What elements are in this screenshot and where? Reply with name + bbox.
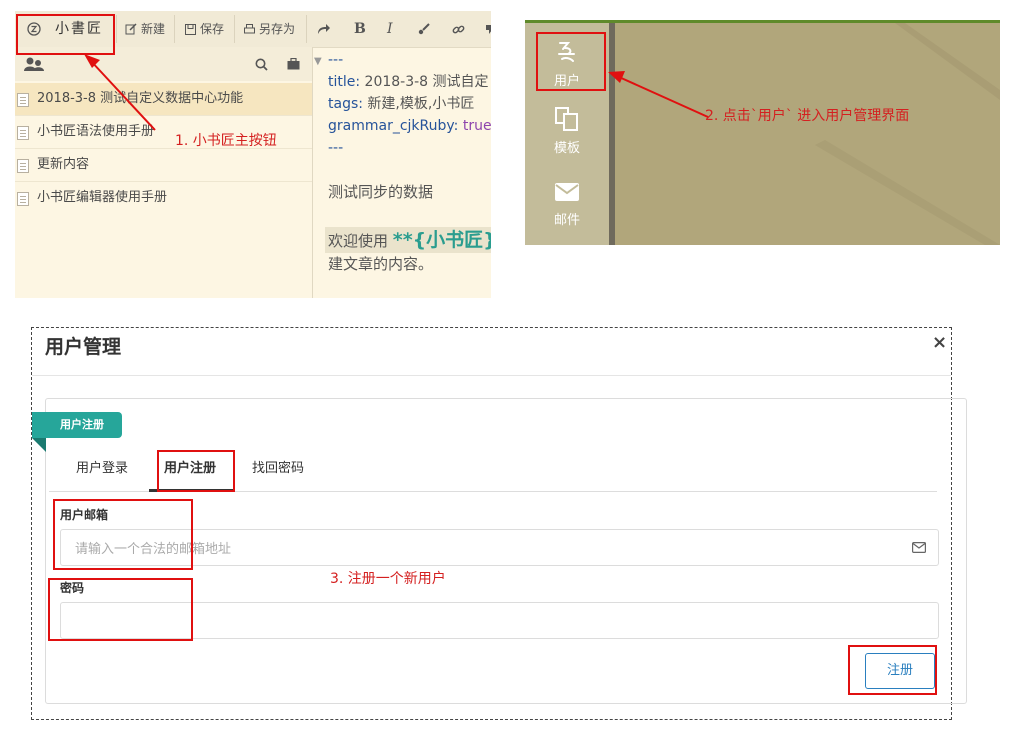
save-button[interactable]: 保存 — [185, 15, 224, 43]
divider — [32, 375, 951, 376]
quote-icon — [486, 25, 491, 34]
bold-icon: B — [354, 21, 366, 37]
mail-icon — [555, 183, 579, 201]
file-item[interactable]: 更新内容 — [15, 149, 312, 182]
brush-button[interactable] — [418, 15, 430, 43]
italic-icon: I — [387, 21, 393, 37]
sidebar-item-mail[interactable]: 邮件 — [525, 171, 609, 239]
body-line: 测试同步的数据 — [328, 183, 434, 201]
document-icon — [17, 159, 29, 173]
annotation-arrow-1 — [84, 54, 156, 131]
new-button-label: 新建 — [141, 22, 166, 36]
tags-value: 新建,模板,小书匠 — [367, 96, 475, 112]
sidebar-item-label: 邮件 — [553, 213, 580, 228]
annotation-box-register-tab — [157, 450, 235, 492]
fold-marker-icon[interactable]: ▼ — [314, 51, 322, 73]
save-as-button-label: 另存为 — [259, 22, 296, 36]
grammar-value: true — [462, 118, 491, 134]
frontmatter-start: --- — [328, 52, 344, 68]
title-key: title — [328, 74, 356, 90]
bold-button[interactable]: B — [354, 15, 366, 43]
new-button[interactable]: 新建 — [125, 15, 165, 43]
file-item-label: 更新内容 — [37, 157, 90, 172]
welcome-bold: **{小书匠} — [392, 229, 491, 251]
tags-key: tags — [328, 96, 359, 112]
annotation-box-email — [53, 499, 193, 570]
ribbon-fold — [32, 438, 46, 452]
frontmatter-title: title: 2018-3-8 测试自定 — [328, 71, 489, 93]
dialog-title: 用户管理 — [45, 336, 122, 358]
file-item[interactable]: 小书匠编辑器使用手册 — [15, 182, 312, 214]
brush-icon — [418, 23, 430, 35]
document-icon — [17, 93, 29, 107]
print-icon — [244, 23, 255, 33]
grammar-key: grammar_cjkRuby — [328, 118, 454, 134]
section-ribbon: 用户注册 — [32, 412, 122, 438]
link-button[interactable] — [452, 15, 465, 43]
redo-icon — [318, 24, 330, 34]
save-as-button[interactable]: 另存为 — [244, 15, 295, 43]
frontmatter-grammar: grammar_cjkRuby: true — [328, 115, 491, 137]
document-icon — [17, 192, 29, 206]
tab-recover-password[interactable]: 找回密码 — [252, 453, 304, 489]
save-icon — [185, 23, 196, 35]
annotation-box-app-button — [16, 14, 115, 55]
annotation-box-password — [48, 578, 193, 641]
cloud-users-icon[interactable] — [24, 56, 46, 72]
document-icon — [17, 126, 29, 140]
annotation-note-2: 2. 点击`用户` 进入用户管理界面 — [705, 108, 910, 124]
tab-login[interactable]: 用户登录 — [76, 453, 128, 489]
annotation-note-3: 3. 注册一个新用户 — [330, 571, 446, 587]
italic-button[interactable]: I — [387, 15, 393, 43]
welcome-prefix: 欢迎使用 — [328, 232, 393, 250]
sidebar-item-template[interactable]: 模板 — [525, 101, 609, 169]
annotation-box-register-button — [848, 645, 937, 695]
sidebar-item-label: 模板 — [553, 141, 580, 156]
edit-icon — [125, 23, 137, 35]
body-line: 建文章的内容。 — [328, 255, 434, 273]
quote-button[interactable] — [485, 15, 491, 43]
frontmatter-tags: tags: 新建,模板,小书匠 — [328, 93, 474, 115]
envelope-icon — [912, 542, 926, 553]
colon: : — [453, 118, 463, 134]
close-icon[interactable]: × — [932, 332, 947, 353]
title-value: 2018-3-8 测试自定 — [364, 74, 489, 90]
redo-button[interactable] — [317, 15, 331, 43]
annotation-arrow-2 — [608, 71, 709, 118]
template-icon — [555, 107, 578, 131]
code-editor[interactable]: ▼ --- title: 2018-3-8 测试自定 tags: 新建,模板,小… — [313, 47, 491, 298]
colon: : — [355, 74, 365, 90]
welcome-line: 欢迎使用 **{小书匠} — [328, 229, 491, 252]
frontmatter-end: --- — [328, 140, 344, 156]
search-icon[interactable] — [255, 58, 268, 71]
save-button-label: 保存 — [200, 22, 225, 36]
sidebar-scrollbar[interactable] — [609, 23, 615, 245]
briefcase-icon[interactable] — [287, 58, 300, 70]
annotation-note-1: 1. 小书匠主按钮 — [175, 133, 277, 149]
link-icon — [452, 25, 465, 33]
file-item-label: 小书匠编辑器使用手册 — [37, 190, 168, 205]
annotation-box-user — [536, 32, 606, 91]
